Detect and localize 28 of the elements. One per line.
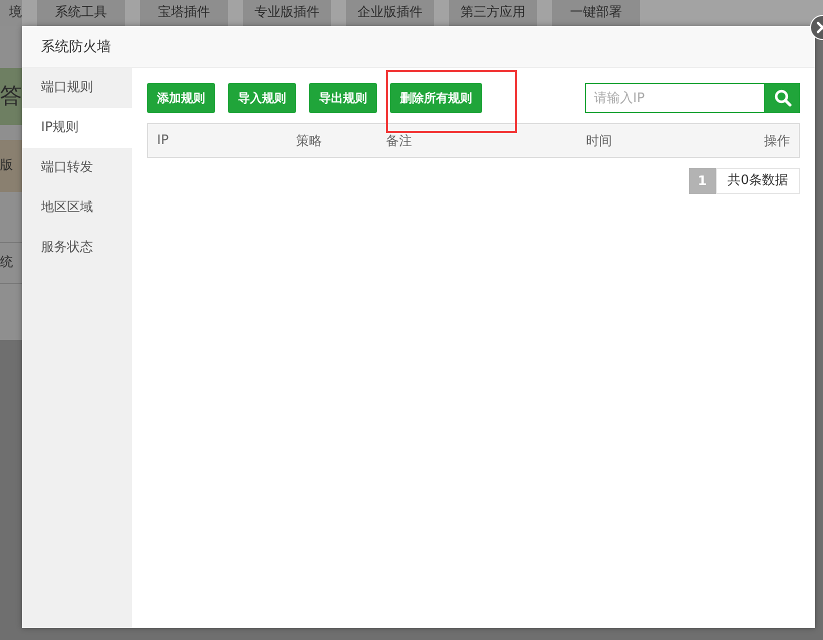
sidebar-item[interactable]: 地区区域 <box>22 188 132 228</box>
dialog-title: 系统防火墙 <box>22 26 815 68</box>
menu-tab[interactable]: 境 <box>0 0 22 26</box>
sidebar-item[interactable]: 端口规则 <box>22 68 132 108</box>
card-title: 版 <box>0 140 22 192</box>
sidebar-item[interactable]: 端口转发 <box>22 148 132 188</box>
ip-search-field[interactable]: 请输入IP <box>585 83 765 113</box>
toolbar-button[interactable]: 导入规则 <box>228 83 296 113</box>
menu-tab[interactable]: 专业版插件 <box>243 0 331 26</box>
toolbar-button[interactable]: 删除所有规则 <box>390 83 482 113</box>
menu-tab[interactable]: 一键部署 <box>552 0 640 26</box>
menu-tab[interactable]: 企业版插件 <box>346 0 434 26</box>
sidebar-item[interactable]: 服务状态 <box>22 228 132 268</box>
column-header: 备注 <box>386 132 413 150</box>
column-header: IP <box>156 133 170 148</box>
toolbar-button[interactable]: 添加规则 <box>147 83 215 113</box>
search-button[interactable] <box>765 83 800 113</box>
column-header: 操作 <box>764 132 791 150</box>
banner-text: 答 <box>0 68 22 125</box>
total-count: 共0条数据 <box>716 168 800 194</box>
column-header: 时间 <box>586 132 613 150</box>
menu-tab[interactable]: 宝塔插件 <box>140 0 228 26</box>
menu-tab[interactable]: 第三方应用 <box>449 0 537 26</box>
toolbar-button[interactable]: 导出规则 <box>309 83 377 113</box>
column-header: 策略 <box>296 132 323 150</box>
sidebar-item[interactable]: IP规则 <box>22 108 132 148</box>
search-icon <box>774 89 792 107</box>
menu-tab[interactable]: 系统工具 <box>37 0 125 26</box>
